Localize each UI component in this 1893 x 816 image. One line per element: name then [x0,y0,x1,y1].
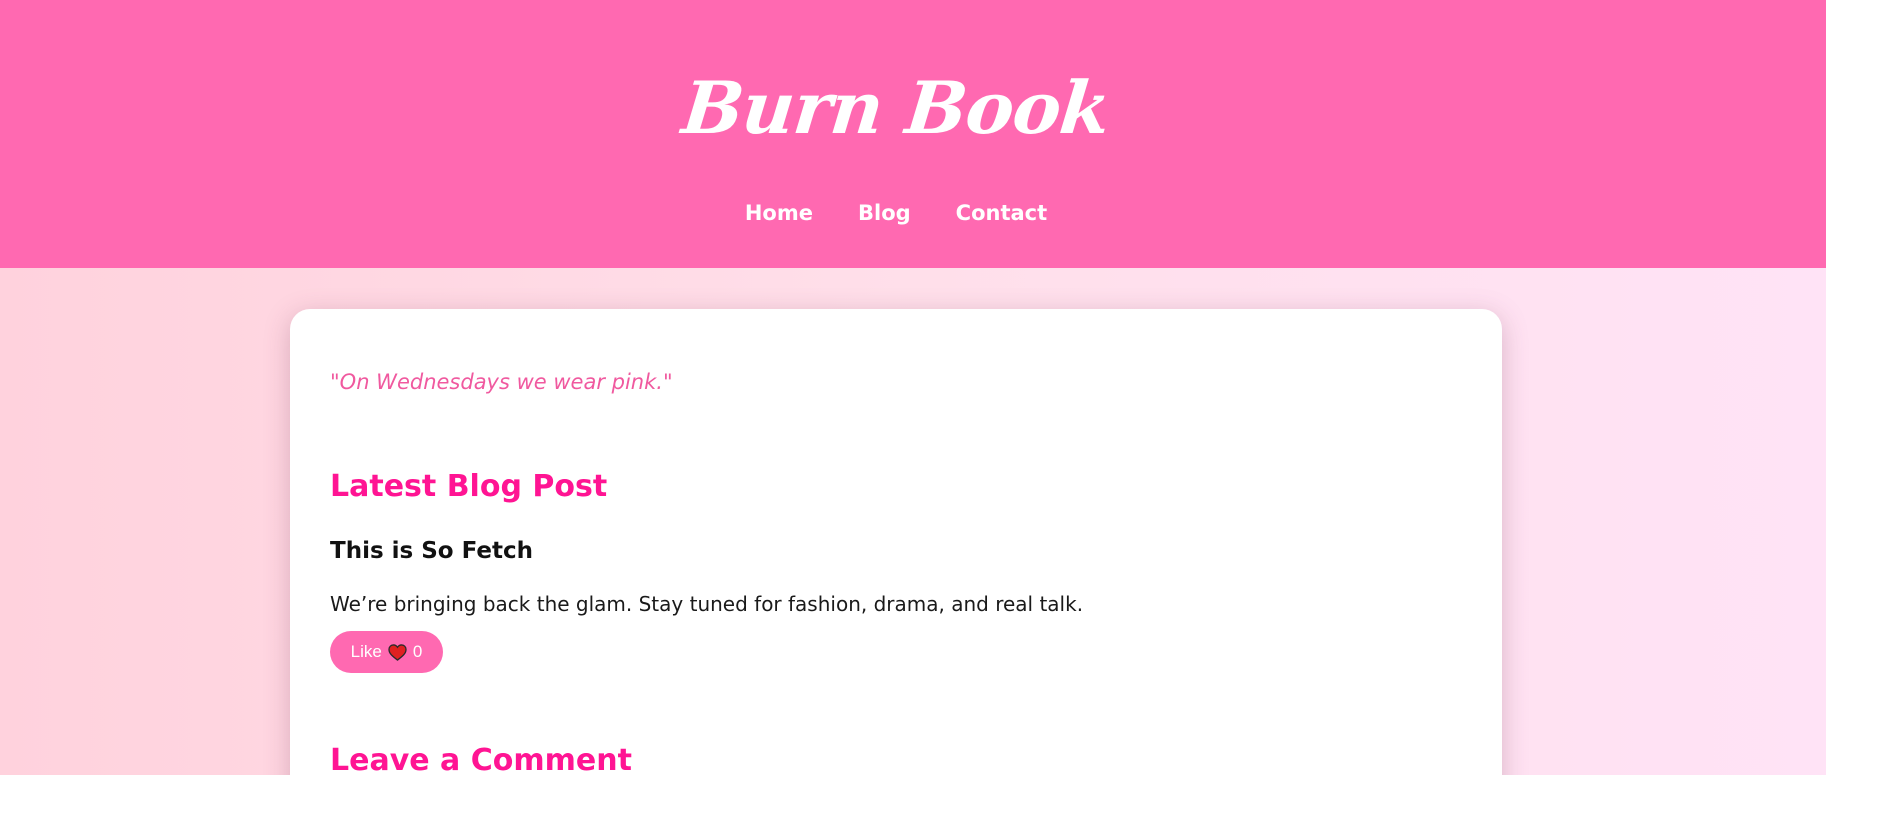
tagline-quote: "On Wednesdays we wear pink." [330,370,673,394]
nav-blog-link[interactable]: Blog [858,195,911,231]
post-title: This is So Fetch [330,538,533,564]
latest-blog-post-heading: Latest Blog Post [330,468,608,504]
page-viewport: Burn Book Home Blog Contact "On Wednesda… [0,0,1826,775]
like-count: 0 [412,642,423,661]
nav-contact-link[interactable]: Contact [956,195,1048,231]
leave-comment-heading: Leave a Comment [330,742,632,775]
content-card: "On Wednesdays we wear pink." Latest Blo… [290,309,1502,775]
heart-icon [388,643,407,661]
site-header: Burn Book Home Blog Contact [0,0,1826,268]
site-title: Burn Book [678,65,1114,150]
like-label: Like [350,642,382,661]
main-nav: Home Blog Contact [0,195,1792,231]
nav-home-link[interactable]: Home [745,195,813,231]
like-button[interactable]: Like 0 [330,631,443,673]
post-body: We’re bringing back the glam. Stay tuned… [330,592,1084,616]
